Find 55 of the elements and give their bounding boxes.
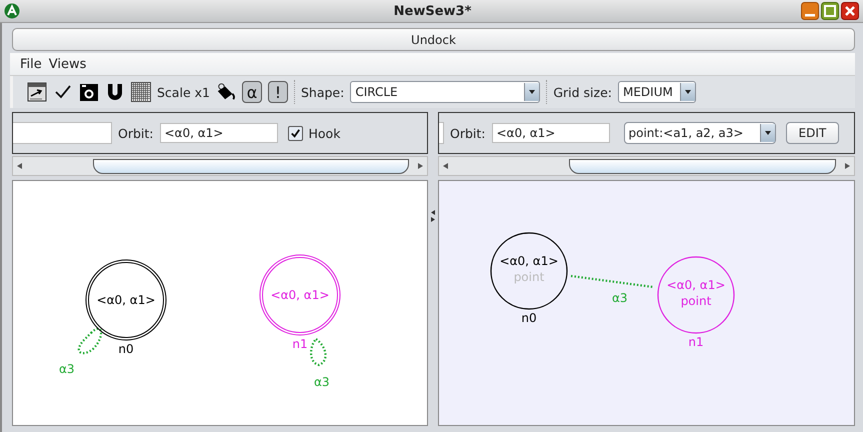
collapse-arrows-icon[interactable] [430, 209, 436, 223]
toggle-button[interactable]: ! [268, 81, 288, 103]
input-field[interactable] [439, 122, 444, 144]
paint-bucket-icon[interactable] [216, 82, 236, 102]
shape-label: Shape: [300, 84, 344, 100]
node-embedding-label: point [514, 270, 544, 284]
grid-icon[interactable] [131, 82, 151, 102]
grid-size-label: Grid size: [553, 84, 612, 100]
node-orbit-label: <α0, α1> [270, 288, 330, 302]
edge-label: α3 [314, 375, 330, 389]
node-orbit-label: <α0, α1> [666, 278, 726, 292]
undock-button[interactable]: Undock [12, 28, 855, 51]
camera-icon[interactable] [79, 82, 99, 102]
menu-item[interactable]: File [20, 56, 42, 72]
toggle-button[interactable]: α [242, 81, 262, 103]
magnet-icon[interactable] [105, 82, 125, 102]
input-field[interactable] [13, 122, 112, 144]
hook-label: Hook [308, 126, 340, 140]
menu-item[interactable]: Views [48, 56, 86, 72]
node-orbit-label: <α0, α1> [96, 293, 156, 307]
edit-button[interactable]: EDIT [786, 122, 840, 144]
horizontal-scrollbar[interactable] [438, 156, 855, 176]
shape-dropdown[interactable]: CIRCLE [350, 81, 540, 103]
grid-size-dropdown[interactable]: MEDIUM [618, 81, 696, 103]
app-icon [4, 3, 20, 19]
horizontal-scrollbar[interactable] [12, 156, 428, 176]
caret-icon[interactable] [524, 83, 540, 101]
edge-label: α3 [59, 362, 75, 376]
hook-checkbox[interactable] [288, 126, 302, 140]
node-name: n1 [292, 337, 308, 351]
orbit-field[interactable]: <α0, α1> [160, 123, 278, 143]
minimize-icon[interactable] [801, 2, 819, 20]
embedding-dropdown[interactable]: point:<a1, a2, a3> [624, 122, 776, 144]
node-embedding-label: point [680, 294, 712, 308]
scrollbar-thumb[interactable] [569, 158, 836, 174]
caret-icon[interactable] [760, 124, 774, 142]
orbit-label: Orbit: [118, 126, 154, 140]
node-name: n0 [521, 311, 537, 325]
edge-label: α3 [612, 291, 628, 305]
scroll-left-icon[interactable] [15, 161, 25, 171]
scroll-right-icon[interactable] [842, 161, 852, 171]
scrollbar-thumb[interactable] [93, 158, 409, 174]
export-icon[interactable] [27, 82, 47, 102]
maximize-icon[interactable] [821, 2, 839, 20]
node-name: n0 [118, 342, 134, 356]
close-icon[interactable] [841, 2, 859, 20]
node-orbit-label: <α0, α1> [500, 254, 558, 268]
caret-icon[interactable] [680, 83, 695, 101]
orbit-field[interactable]: <α0, α1> [492, 123, 610, 143]
scroll-left-icon[interactable] [441, 161, 451, 171]
window-title: NewSew3* [392, 4, 472, 18]
node-name: n1 [688, 335, 704, 349]
scale-label: Scale x1 [157, 84, 210, 100]
orbit-label: Orbit: [450, 126, 486, 140]
scroll-right-icon[interactable] [415, 161, 425, 171]
